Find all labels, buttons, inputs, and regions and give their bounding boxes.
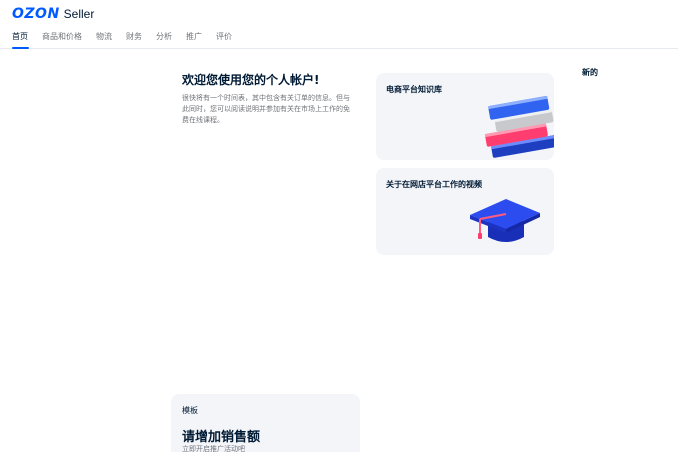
logo-brand: OZON bbox=[12, 6, 60, 22]
nav-item-products-prices[interactable]: 商品和价格 bbox=[42, 32, 87, 49]
nav-item-promotion[interactable]: 推广 bbox=[186, 32, 207, 49]
ozon-seller-logo[interactable]: OZON Seller bbox=[12, 6, 94, 24]
template-label: 模板 bbox=[182, 406, 198, 415]
knowledge-base-title: 电商平台知识库 bbox=[386, 85, 442, 94]
header: OZON Seller 首页 商品和价格 物流 财务 分析 推广 评价 bbox=[0, 0, 678, 49]
knowledge-base-card[interactable]: 电商平台知识库 bbox=[376, 73, 554, 160]
template-subtitle: 立即开启推广活动吧 bbox=[182, 445, 245, 452]
books-icon bbox=[484, 95, 554, 158]
main-nav: 首页 商品和价格 物流 财务 分析 推广 评价 bbox=[12, 32, 246, 49]
welcome-section: 欢迎您使用您的个人帐户! 很快将有一个时间表，其中包含有关订单的信息。但与此同时… bbox=[182, 72, 352, 126]
template-headline: 请增加销售额 bbox=[182, 430, 261, 445]
welcome-text: 很快将有一个时间表，其中包含有关订单的信息。但与此同时，您可以阅读说明并参加有关… bbox=[182, 94, 350, 124]
nav-item-home[interactable]: 首页 bbox=[12, 32, 33, 49]
video-card-title: 关于在网店平台工作的视频 bbox=[386, 180, 482, 189]
nav-item-finance[interactable]: 财务 bbox=[126, 32, 147, 49]
graduation-cap-icon bbox=[470, 199, 540, 242]
logo-product: Seller bbox=[63, 7, 95, 21]
video-card[interactable]: 关于在网店平台工作的视频 bbox=[376, 168, 554, 255]
news-title: 新的 bbox=[582, 68, 598, 77]
template-card[interactable]: 模板 请增加销售额 立即开启推广活动吧 bbox=[171, 394, 360, 452]
nav-item-analytics[interactable]: 分析 bbox=[156, 32, 177, 49]
nav-item-logistics[interactable]: 物流 bbox=[96, 32, 117, 49]
nav-item-reviews[interactable]: 评价 bbox=[216, 32, 237, 49]
welcome-title: 欢迎您使用您的个人帐户! bbox=[182, 73, 320, 87]
